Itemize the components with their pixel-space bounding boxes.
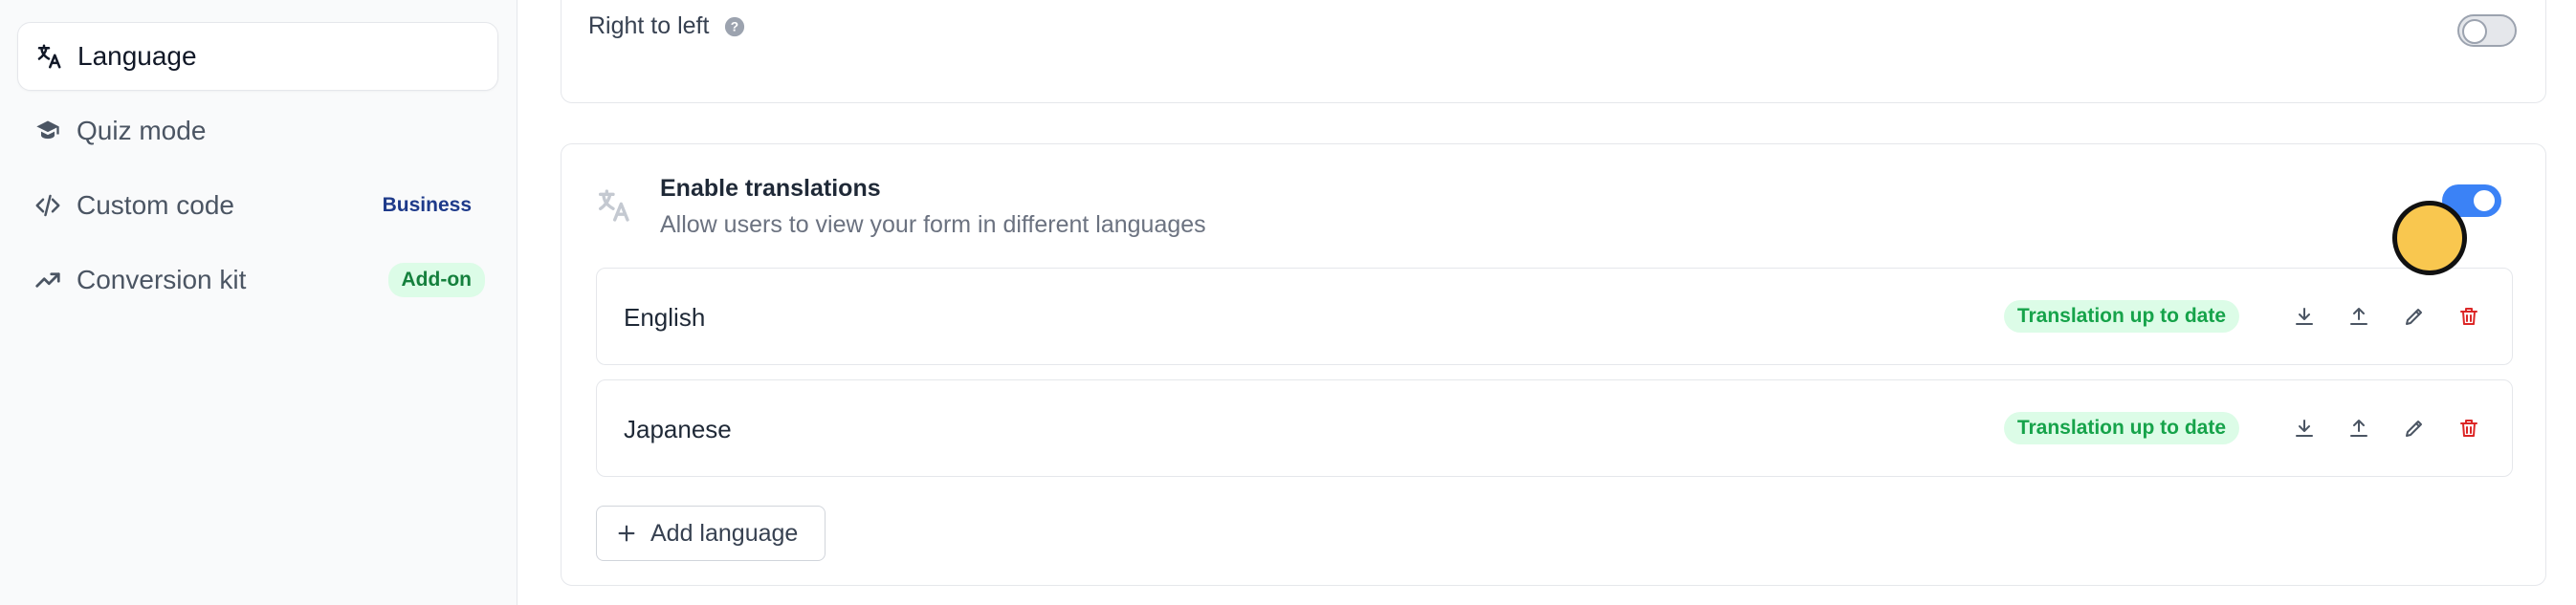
trash-icon[interactable] [2454, 301, 2484, 332]
cursor-indicator [2392, 201, 2467, 275]
language-row-english: English Translation up to date [596, 268, 2513, 365]
upload-icon[interactable] [2344, 413, 2374, 443]
sidebar-item-language[interactable]: Language [17, 22, 498, 91]
translation-status-badge: Translation up to date [2003, 300, 2239, 333]
sidebar-item-conversion-kit[interactable]: Conversion kit Add-on [17, 246, 498, 314]
upload-icon[interactable] [2344, 301, 2374, 332]
rtl-setting-card: Right to left ? [561, 0, 2546, 103]
sidebar-item-label: Custom code [77, 190, 234, 220]
sidebar-item-label: Conversion kit [77, 265, 247, 294]
question-circle-icon[interactable]: ? [724, 16, 745, 37]
code-icon [33, 190, 63, 221]
addon-badge: Add-on [387, 263, 485, 297]
trash-icon[interactable] [2454, 413, 2484, 443]
sidebar-item-label: Language [77, 41, 197, 71]
rtl-toggle[interactable] [2457, 14, 2517, 47]
toggle-knob [2462, 19, 2487, 44]
language-row-japanese: Japanese Translation up to date [596, 379, 2513, 477]
translations-subtitle: Allow users to view your form in differe… [660, 211, 1206, 238]
sidebar: Language Quiz mode Custom code Business … [0, 0, 517, 605]
translations-card: Enable translations Allow users to view … [561, 143, 2546, 586]
translations-title: Enable translations [660, 175, 881, 202]
download-icon[interactable] [2289, 301, 2320, 332]
toggle-knob [2472, 188, 2497, 213]
sidebar-item-custom-code[interactable]: Custom code Business [17, 171, 498, 240]
download-icon[interactable] [2289, 413, 2320, 443]
graduation-cap-icon [33, 116, 63, 146]
svg-text:?: ? [731, 19, 738, 33]
pencil-icon[interactable] [2399, 301, 2430, 332]
language-name: English [624, 303, 706, 332]
rtl-setting-label: Right to left ? [588, 12, 745, 40]
plus-icon [618, 525, 635, 542]
language-name: Japanese [624, 415, 732, 443]
add-language-button[interactable]: Add language [596, 506, 826, 561]
business-badge: Business [382, 194, 472, 216]
translation-status-badge: Translation up to date [2003, 412, 2239, 444]
sidebar-item-quiz-mode[interactable]: Quiz mode [17, 97, 498, 165]
translate-icon [33, 41, 64, 72]
sidebar-item-label: Quiz mode [77, 116, 207, 145]
rtl-label-text: Right to left [588, 12, 710, 39]
pencil-icon[interactable] [2399, 413, 2430, 443]
translate-icon [594, 186, 632, 225]
trending-up-icon [33, 265, 63, 295]
add-language-label: Add language [650, 519, 799, 547]
